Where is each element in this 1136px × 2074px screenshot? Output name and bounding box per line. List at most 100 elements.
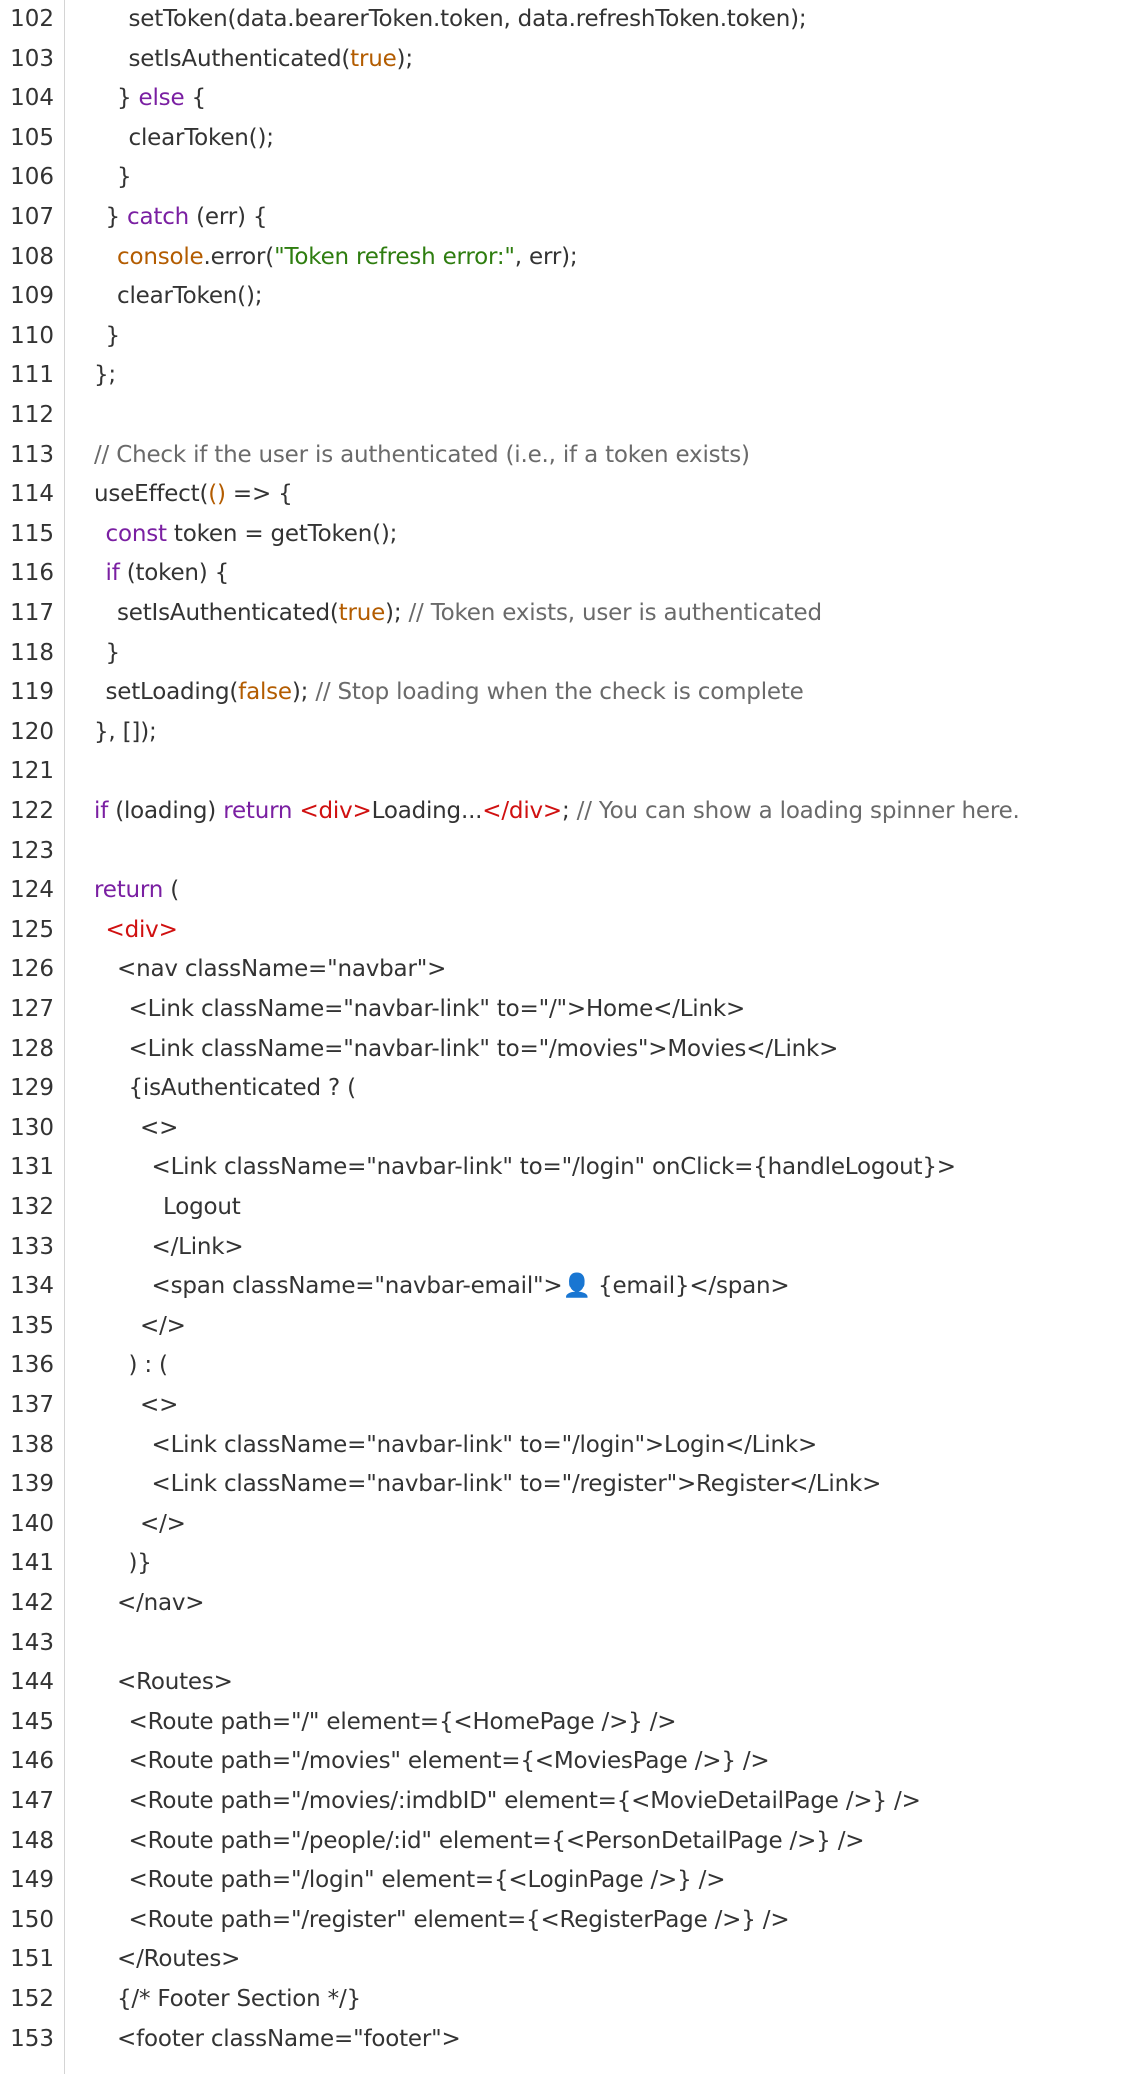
code-text: }: [117, 158, 132, 198]
code-token-default: }: [117, 85, 139, 112]
code-line[interactable]: 102 setToken(data.bearerToken.token, data…: [0, 0, 1136, 40]
code-text: <Link className="navbar-link" to="/movie…: [129, 1030, 839, 1070]
line-number: 115: [10, 520, 54, 547]
code-text: } else {: [117, 79, 206, 119]
code-line[interactable]: 148 <Route path="/people/:id" element={<P…: [0, 1822, 1136, 1862]
code-line[interactable]: 125 <div>: [0, 911, 1136, 951]
code-line[interactable]: 104} else {: [0, 79, 1136, 119]
code-line[interactable]: 126 <nav className="navbar">: [0, 950, 1136, 990]
code-line[interactable]: 130 <>: [0, 1109, 1136, 1149]
code-line[interactable]: 124 return (: [0, 871, 1136, 911]
code-token-tag: </div>: [482, 798, 562, 824]
code-line[interactable]: 119 setLoading(false); // Stop loading wh…: [0, 673, 1136, 713]
code-text: <div>: [106, 911, 178, 951]
code-line[interactable]: 135 </>: [0, 1307, 1136, 1347]
line-number: 128: [10, 1035, 54, 1062]
code-line[interactable]: 107} catch (err) {: [0, 198, 1136, 238]
code-token-keyword: else: [138, 85, 185, 112]
code-line[interactable]: 112: [0, 396, 1136, 436]
code-token-default: <>: [140, 1114, 179, 1141]
code-line[interactable]: 108 console.error("Token refresh error:",…: [0, 238, 1136, 278]
code-line[interactable]: 141)}: [0, 1544, 1136, 1584]
code-token-default: <Routes>: [117, 1669, 233, 1696]
code-token-default: , err);: [514, 243, 578, 270]
code-line[interactable]: 129 {isAuthenticated ? (: [0, 1069, 1136, 1109]
code-line[interactable]: 120}, []);: [0, 713, 1136, 753]
code-token-default: setToken(data.bearerToken.token, data.re…: [128, 6, 807, 32]
code-line[interactable]: 140 </>: [0, 1505, 1136, 1545]
code-token-default: </Routes>: [117, 1946, 241, 1973]
line-number: 151: [10, 1946, 54, 1973]
code-line[interactable]: 153 <footer className="footer">: [0, 2020, 1136, 2060]
line-number: 102: [10, 6, 54, 32]
code-text: } catch (err) {: [106, 198, 268, 238]
code-text: <span className="navbar-email">👤 {email}…: [152, 1267, 790, 1307]
code-line[interactable]: 131 <Link className="navbar-link" to="/lo…: [0, 1148, 1136, 1188]
code-line[interactable]: 123: [0, 832, 1136, 872]
code-line[interactable]: 106}: [0, 158, 1136, 198]
code-text: if (loading) return <div>Loading...</div…: [94, 792, 1020, 832]
line-number: 147: [10, 1788, 54, 1814]
code-line[interactable]: 143: [0, 1624, 1136, 1664]
code-line[interactable]: 117 setIsAuthenticated(true); // Token ex…: [0, 594, 1136, 634]
code-line[interactable]: 122 if (loading) return <div>Loading...</…: [0, 792, 1136, 832]
line-number: 112: [10, 402, 54, 428]
code-line[interactable]: 128 <Link className="navbar-link" to="/mo…: [0, 1030, 1136, 1070]
code-line[interactable]: 103 setIsAuthenticated(true);: [0, 40, 1136, 80]
line-number: 117: [10, 600, 54, 626]
code-text: <footer className="footer">: [117, 2020, 461, 2060]
code-line[interactable]: 133 </Link>: [0, 1228, 1136, 1268]
code-text: )}: [129, 1544, 152, 1584]
code-line[interactable]: 151 </Routes>: [0, 1940, 1136, 1980]
code-line[interactable]: 118}: [0, 634, 1136, 674]
code-text: <Route path="/movies/:imdbID" element={<…: [129, 1782, 921, 1822]
code-token-tag: <div>: [105, 916, 178, 943]
code-token-default: }, []);: [94, 718, 157, 745]
code-line[interactable]: 121: [0, 752, 1136, 792]
code-line[interactable]: 111};: [0, 356, 1136, 396]
line-number: 144: [10, 1669, 54, 1696]
code-line[interactable]: 145 <Route path="/" element={<HomePage />…: [0, 1703, 1136, 1743]
code-text: </>: [140, 1505, 186, 1545]
code-token-default: Loading...: [371, 798, 483, 824]
code-editor[interactable]: 102 setToken(data.bearerToken.token, data…: [0, 0, 1136, 2074]
code-line[interactable]: 116 if (token) {: [0, 554, 1136, 594]
code-line[interactable]: 142 </nav>: [0, 1584, 1136, 1624]
code-token-default: ;: [562, 798, 577, 824]
code-line[interactable]: 152 {/* Footer Section */}: [0, 1980, 1136, 2020]
line-number: 135: [10, 1312, 54, 1339]
code-line[interactable]: 144 <Routes>: [0, 1663, 1136, 1703]
code-line[interactable]: 114 useEffect(() => {: [0, 475, 1136, 515]
code-text: setIsAuthenticated(true);: [129, 40, 414, 80]
code-line[interactable]: 113 // Check if the user is authenticated…: [0, 436, 1136, 476]
code-line[interactable]: 139 <Link className="navbar-link" to="/re…: [0, 1465, 1136, 1505]
code-line[interactable]: 132 Logout: [0, 1188, 1136, 1228]
line-number: 124: [10, 877, 54, 904]
code-line[interactable]: 105 clearToken();: [0, 119, 1136, 159]
code-line[interactable]: 150 <Route path="/register" element={<Reg…: [0, 1901, 1136, 1941]
code-line[interactable]: 115 const token = getToken();: [0, 515, 1136, 555]
code-token-default: Logout: [163, 1194, 241, 1220]
code-token-default: )}: [128, 1550, 152, 1577]
line-number: 134: [10, 1273, 54, 1300]
code-token-keyword: if: [94, 798, 109, 824]
code-token-default: );: [396, 45, 414, 72]
code-line[interactable]: 137 <>: [0, 1386, 1136, 1426]
code-line[interactable]: 134 <span className="navbar-email">👤 {ema…: [0, 1267, 1136, 1307]
code-text: <Route path="/login" element={<LoginPage…: [129, 1861, 726, 1901]
code-token-tag: <div>: [299, 798, 372, 824]
line-number: 143: [10, 1629, 54, 1656]
code-line[interactable]: 147 <Route path="/movies/:imdbID" element…: [0, 1782, 1136, 1822]
code-token-default: <Link className="navbar-link" to="/login…: [151, 1154, 957, 1181]
line-number: 127: [10, 996, 54, 1022]
code-line[interactable]: 127 <Link className="navbar-link" to="/">…: [0, 990, 1136, 1030]
code-line[interactable]: 109 clearToken();: [0, 277, 1136, 317]
code-token-default: <Route path="/movies/:imdbID" element={<…: [128, 1788, 921, 1814]
code-line[interactable]: 149 <Route path="/login" element={<LoginP…: [0, 1861, 1136, 1901]
code-line[interactable]: 136) : (: [0, 1346, 1136, 1386]
code-line[interactable]: 138 <Link className="navbar-link" to="/lo…: [0, 1426, 1136, 1466]
code-token-default: {/* Footer Section */}: [117, 1986, 361, 2012]
code-line[interactable]: 110}: [0, 317, 1136, 357]
code-line[interactable]: 146 <Route path="/movies" element={<Movie…: [0, 1742, 1136, 1782]
code-text: setToken(data.bearerToken.token, data.re…: [129, 0, 807, 40]
